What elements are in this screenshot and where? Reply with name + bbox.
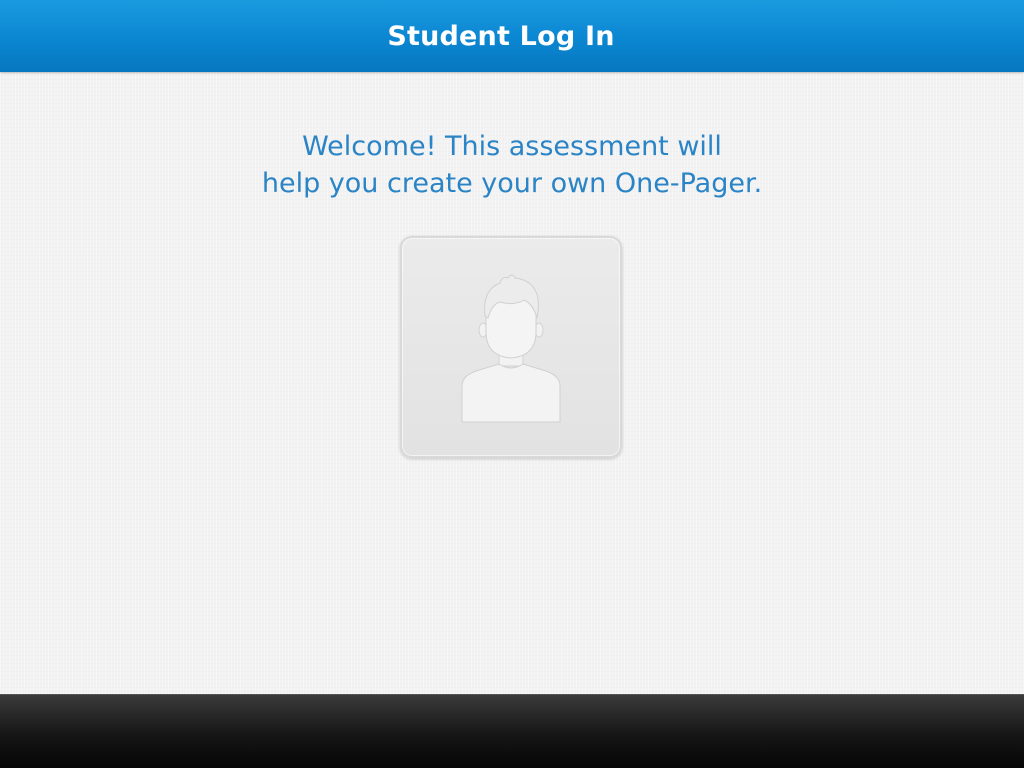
welcome-message: Welcome! This assessment will help you c… [0,128,1024,202]
welcome-line-1: Welcome! This assessment will [302,131,722,162]
welcome-line-2: help you create your own One-Pager. [261,168,763,199]
student-avatar-button[interactable] [400,236,622,458]
top-bar: Student Log In [0,0,1024,72]
bottom-bar [0,694,1024,768]
user-avatar-placeholder-icon [461,274,561,423]
page-title: Student Log In [387,20,615,52]
